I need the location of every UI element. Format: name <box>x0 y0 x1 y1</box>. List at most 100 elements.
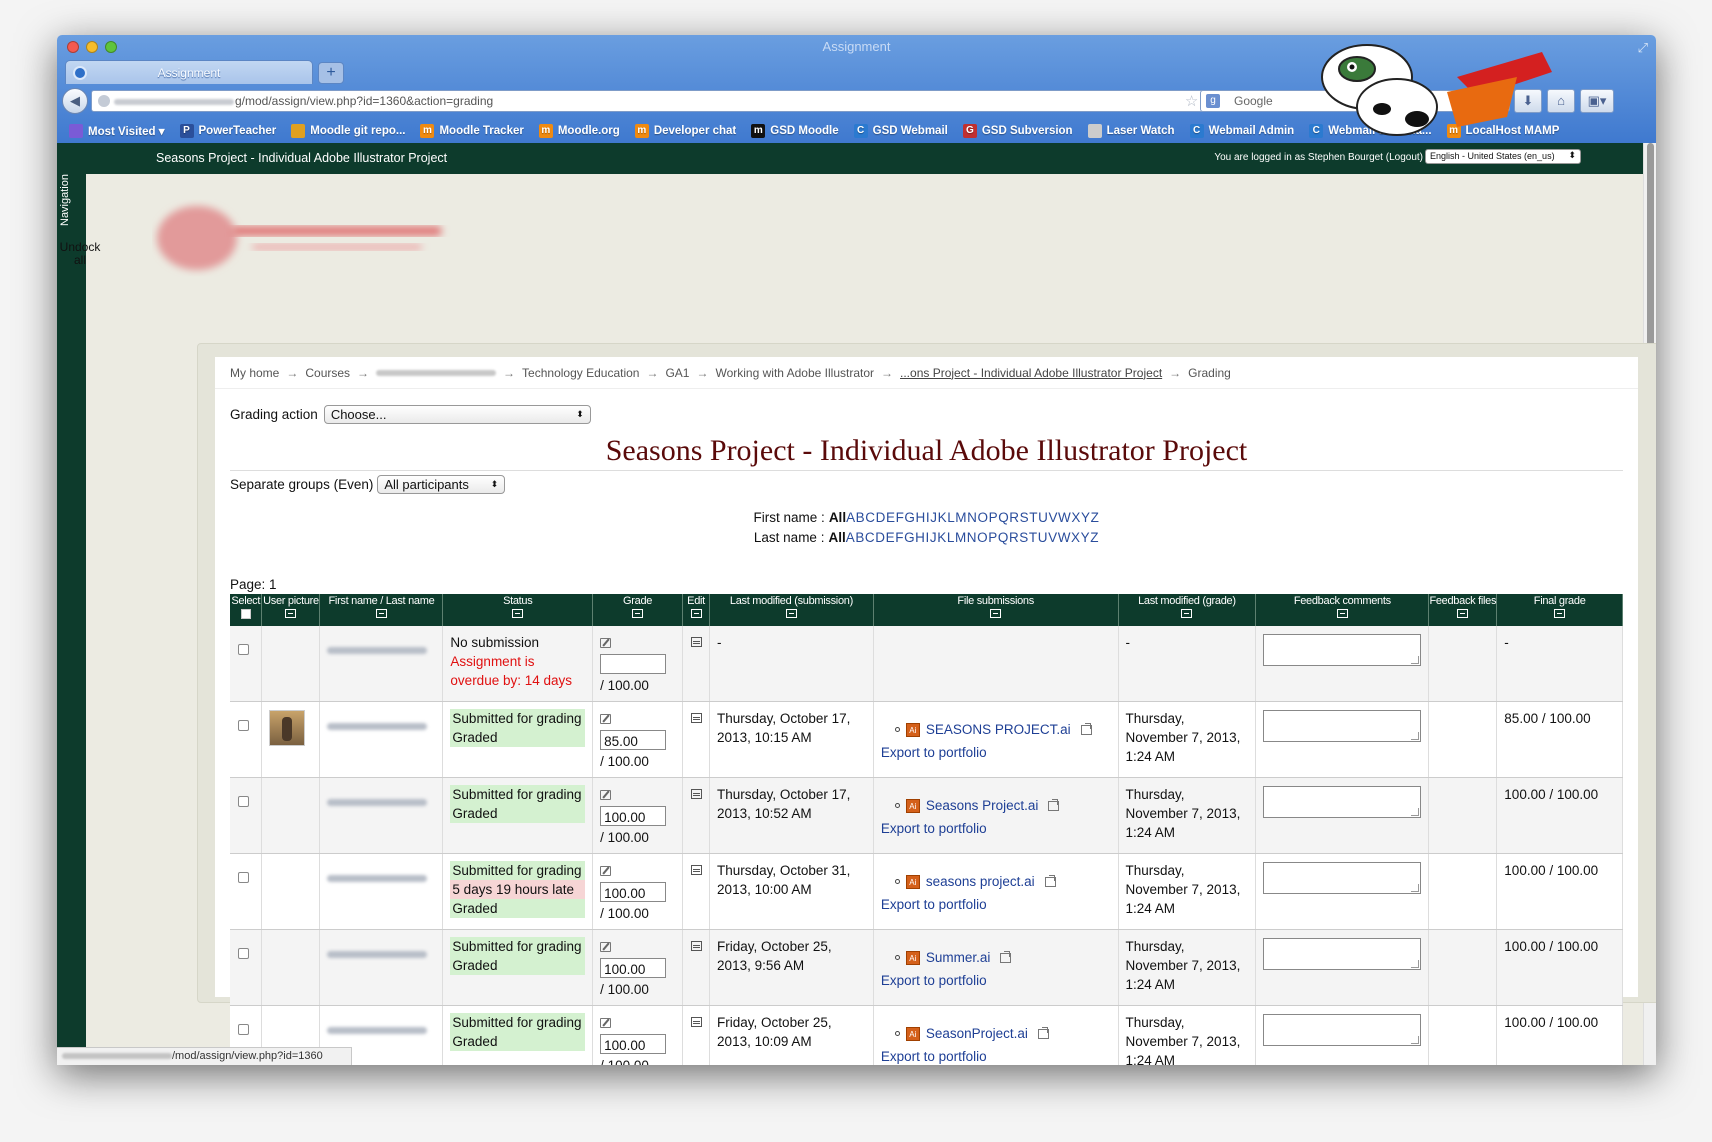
file-link[interactable]: Summer.ai <box>926 948 991 967</box>
edit-menu-icon[interactable] <box>691 637 703 647</box>
collapse-column-icon[interactable] <box>1554 609 1566 618</box>
file-link[interactable]: Seasons Project.ai <box>926 796 1039 815</box>
collapse-column-icon[interactable] <box>1457 609 1469 618</box>
undock-all-link[interactable]: Undock all <box>57 241 103 267</box>
breadcrumb-item[interactable]: ...ons Project - Individual Adobe Illust… <box>900 366 1162 380</box>
collapse-column-icon[interactable] <box>690 609 702 618</box>
collapse-column-icon[interactable] <box>512 609 524 618</box>
grade-input[interactable]: 100.00 <box>600 1034 667 1054</box>
export-to-portfolio-link[interactable]: Export to portfolio <box>881 1047 1111 1065</box>
column-header[interactable]: Last modified (submission) <box>709 594 874 626</box>
breadcrumb-item[interactable]: Technology Education <box>522 366 639 380</box>
collapse-column-icon[interactable] <box>632 609 644 618</box>
column-header[interactable]: Final grade <box>1496 594 1623 626</box>
export-to-portfolio-link[interactable]: Export to portfolio <box>881 819 1111 838</box>
back-button[interactable]: ◀ <box>62 88 88 114</box>
select-checkbox[interactable] <box>238 644 249 655</box>
group-select[interactable]: All participants ⬍ <box>377 475 506 494</box>
student-name-redacted[interactable] <box>327 951 428 958</box>
feedback-comment-textarea[interactable] <box>1263 938 1422 970</box>
select-checkbox[interactable] <box>238 796 249 807</box>
select-all-checkbox[interactable] <box>240 609 251 619</box>
select-checkbox[interactable] <box>238 948 249 959</box>
edit-grade-icon[interactable] <box>600 714 612 724</box>
bookmark-item[interactable]: m Moodle Tracker <box>420 123 524 138</box>
breadcrumb-item[interactable]: Working with Adobe Illustrator <box>715 366 874 380</box>
initial-all-first[interactable]: All <box>829 510 846 525</box>
student-name-redacted[interactable] <box>327 875 428 882</box>
tab-assignment[interactable]: Assignment <box>65 60 313 84</box>
feedback-comment-textarea[interactable] <box>1263 1014 1422 1046</box>
column-header[interactable]: Select <box>230 594 263 626</box>
avatar[interactable] <box>269 710 306 746</box>
export-to-portfolio-link[interactable]: Export to portfolio <box>881 743 1111 762</box>
student-name-redacted[interactable] <box>327 1027 428 1034</box>
feedback-comment-textarea[interactable] <box>1263 710 1422 742</box>
edit-menu-icon[interactable] <box>691 789 703 799</box>
breadcrumb-redacted[interactable] <box>376 369 497 376</box>
breadcrumb-item[interactable]: My home <box>230 366 279 380</box>
feedback-comment-textarea[interactable] <box>1263 634 1422 666</box>
bookmark-item[interactable]: C GSD Webmail <box>853 123 948 138</box>
column-header[interactable]: Feedback files <box>1428 594 1498 626</box>
select-checkbox[interactable] <box>238 1024 249 1035</box>
column-header[interactable]: Status <box>442 594 594 626</box>
column-header[interactable]: Edit <box>682 594 711 626</box>
portfolio-export-icon[interactable] <box>1000 950 1012 963</box>
column-header[interactable]: Last modified (grade) <box>1118 594 1257 626</box>
edit-grade-icon[interactable] <box>600 942 612 952</box>
column-header[interactable]: User picture <box>261 594 321 626</box>
navigation-dock-tab[interactable]: Navigation <box>59 165 83 235</box>
column-header[interactable]: Feedback comments <box>1255 594 1430 626</box>
export-to-portfolio-link[interactable]: Export to portfolio <box>881 971 1111 990</box>
student-name-redacted[interactable] <box>327 723 428 730</box>
feedback-comment-textarea[interactable] <box>1263 786 1422 818</box>
new-tab-button[interactable]: + <box>318 62 344 84</box>
bookmark-item[interactable]: Laser Watch <box>1087 123 1175 138</box>
file-link[interactable]: SEASONS PROJECT.ai <box>926 720 1071 739</box>
file-link[interactable]: seasons project.ai <box>926 872 1035 891</box>
language-select[interactable]: English - United States (en_us) ⬍ <box>1425 149 1581 164</box>
feedback-comment-textarea[interactable] <box>1263 862 1422 894</box>
bookmark-item[interactable]: G GSD Subversion <box>962 123 1073 138</box>
grade-input[interactable]: 100.00 <box>600 806 667 826</box>
bookmark-item[interactable]: P PowerTeacher <box>179 123 276 138</box>
export-to-portfolio-link[interactable]: Export to portfolio <box>881 895 1111 914</box>
edit-grade-icon[interactable] <box>600 790 612 800</box>
bookmark-item[interactable]: Most Visited ▾ <box>69 123 165 138</box>
grade-input[interactable]: 100.00 <box>600 958 667 978</box>
edit-menu-icon[interactable] <box>691 713 703 723</box>
portfolio-export-icon[interactable] <box>1048 798 1060 811</box>
student-name-redacted[interactable] <box>327 799 428 806</box>
column-header[interactable]: Grade <box>592 594 684 626</box>
portfolio-export-icon[interactable] <box>1037 1026 1049 1039</box>
edit-grade-icon[interactable] <box>600 866 612 876</box>
initial-all-last[interactable]: All <box>828 530 845 545</box>
portfolio-export-icon[interactable] <box>1044 874 1056 887</box>
bookmark-item[interactable]: m Developer chat <box>634 123 736 138</box>
bookmark-item[interactable]: Moodle git repo... <box>291 123 405 138</box>
file-link[interactable]: SeasonProject.ai <box>926 1024 1028 1043</box>
column-header[interactable]: First name / Last name <box>319 594 444 626</box>
edit-menu-icon[interactable] <box>691 941 703 951</box>
header-course-title[interactable]: Seasons Project - Individual Adobe Illus… <box>156 151 447 165</box>
scrollbar-thumb[interactable] <box>1647 143 1654 348</box>
collapse-column-icon[interactable] <box>375 609 387 618</box>
grade-input[interactable] <box>600 654 667 674</box>
breadcrumb-item[interactable]: GA1 <box>665 366 689 380</box>
url-bar[interactable]: g/mod/assign/view.php?id=1360&action=gra… <box>91 90 1241 112</box>
collapse-column-icon[interactable] <box>1336 609 1348 618</box>
fullscreen-icon[interactable]: ⤢ <box>1638 40 1648 56</box>
bookmark-item[interactable]: C Webmail Admin <box>1189 123 1294 138</box>
grading-action-select[interactable]: Choose... ⬍ <box>323 405 591 424</box>
bookmark-item[interactable]: m GSD Moodle <box>751 123 839 138</box>
bookmark-item[interactable]: m Moodle.org <box>538 123 620 138</box>
edit-menu-icon[interactable] <box>691 1017 703 1027</box>
select-checkbox[interactable] <box>238 720 249 731</box>
first-initial-letters[interactable]: ABCDEFGHIJKLMNOPQRSTUVWXYZ <box>846 510 1099 525</box>
edit-grade-icon[interactable] <box>600 638 612 648</box>
collapse-column-icon[interactable] <box>1181 609 1193 618</box>
portfolio-export-icon[interactable] <box>1080 722 1092 735</box>
grade-input[interactable]: 100.00 <box>600 882 667 902</box>
collapse-column-icon[interactable] <box>785 609 797 618</box>
